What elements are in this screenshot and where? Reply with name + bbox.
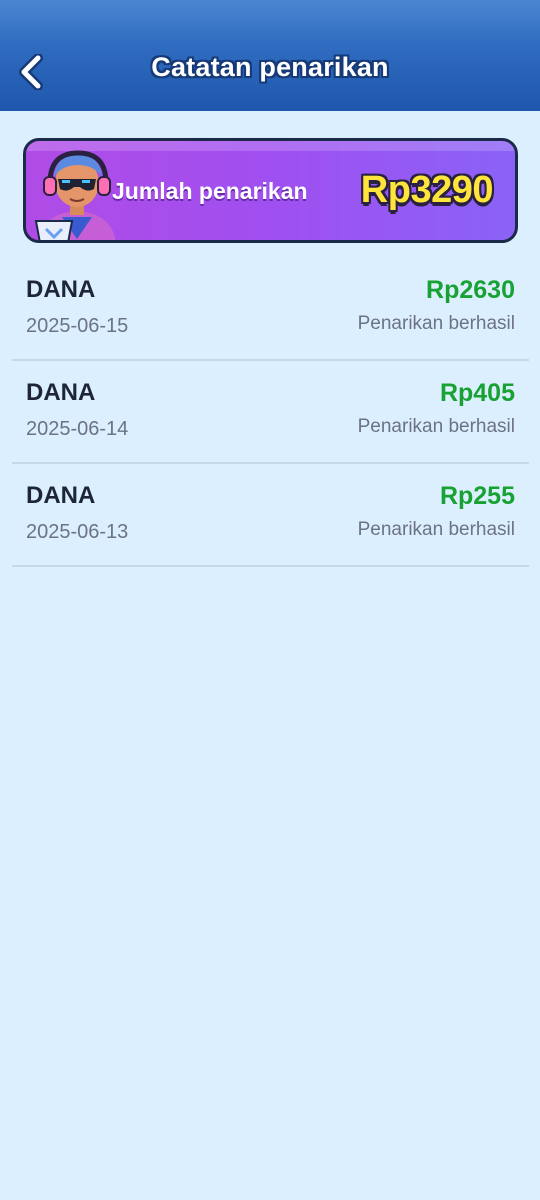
withdrawal-list: DANA 2025-06-15 Rp2630 Penarikan berhasi… (12, 258, 529, 567)
avatar (34, 150, 116, 240)
withdrawal-amount: Rp405 (439, 379, 515, 407)
withdrawal-amount: Rp2630 (426, 276, 515, 304)
withdrawal-method: DANA (26, 482, 96, 509)
withdrawal-total-banner: Jumlah penarikan Rp3290 (23, 138, 518, 243)
withdrawal-status: Penarikan berhasil (357, 416, 515, 437)
withdrawal-amount: Rp255 (439, 482, 515, 510)
withdrawal-date: 2025-06-14 (26, 418, 129, 440)
withdrawal-date: 2025-06-15 (26, 315, 129, 337)
total-amount: Rp3290 (360, 169, 494, 211)
app-header: Catatan penarikan (0, 0, 540, 111)
list-item[interactable]: DANA 2025-06-15 Rp2630 Penarikan berhasi… (12, 258, 529, 361)
withdrawal-date: 2025-06-13 (26, 521, 129, 543)
withdrawal-method: DANA (26, 379, 96, 406)
withdrawal-method: DANA (26, 276, 96, 303)
withdrawal-status: Penarikan berhasil (357, 519, 515, 540)
page-title: Catatan penarikan (151, 52, 389, 82)
list-item[interactable]: DANA 2025-06-13 Rp255 Penarikan berhasil (12, 464, 529, 567)
withdrawal-status: Penarikan berhasil (357, 313, 515, 334)
banner-label: Jumlah penarikan (112, 178, 308, 204)
list-item[interactable]: DANA 2025-06-14 Rp405 Penarikan berhasil (12, 361, 529, 464)
